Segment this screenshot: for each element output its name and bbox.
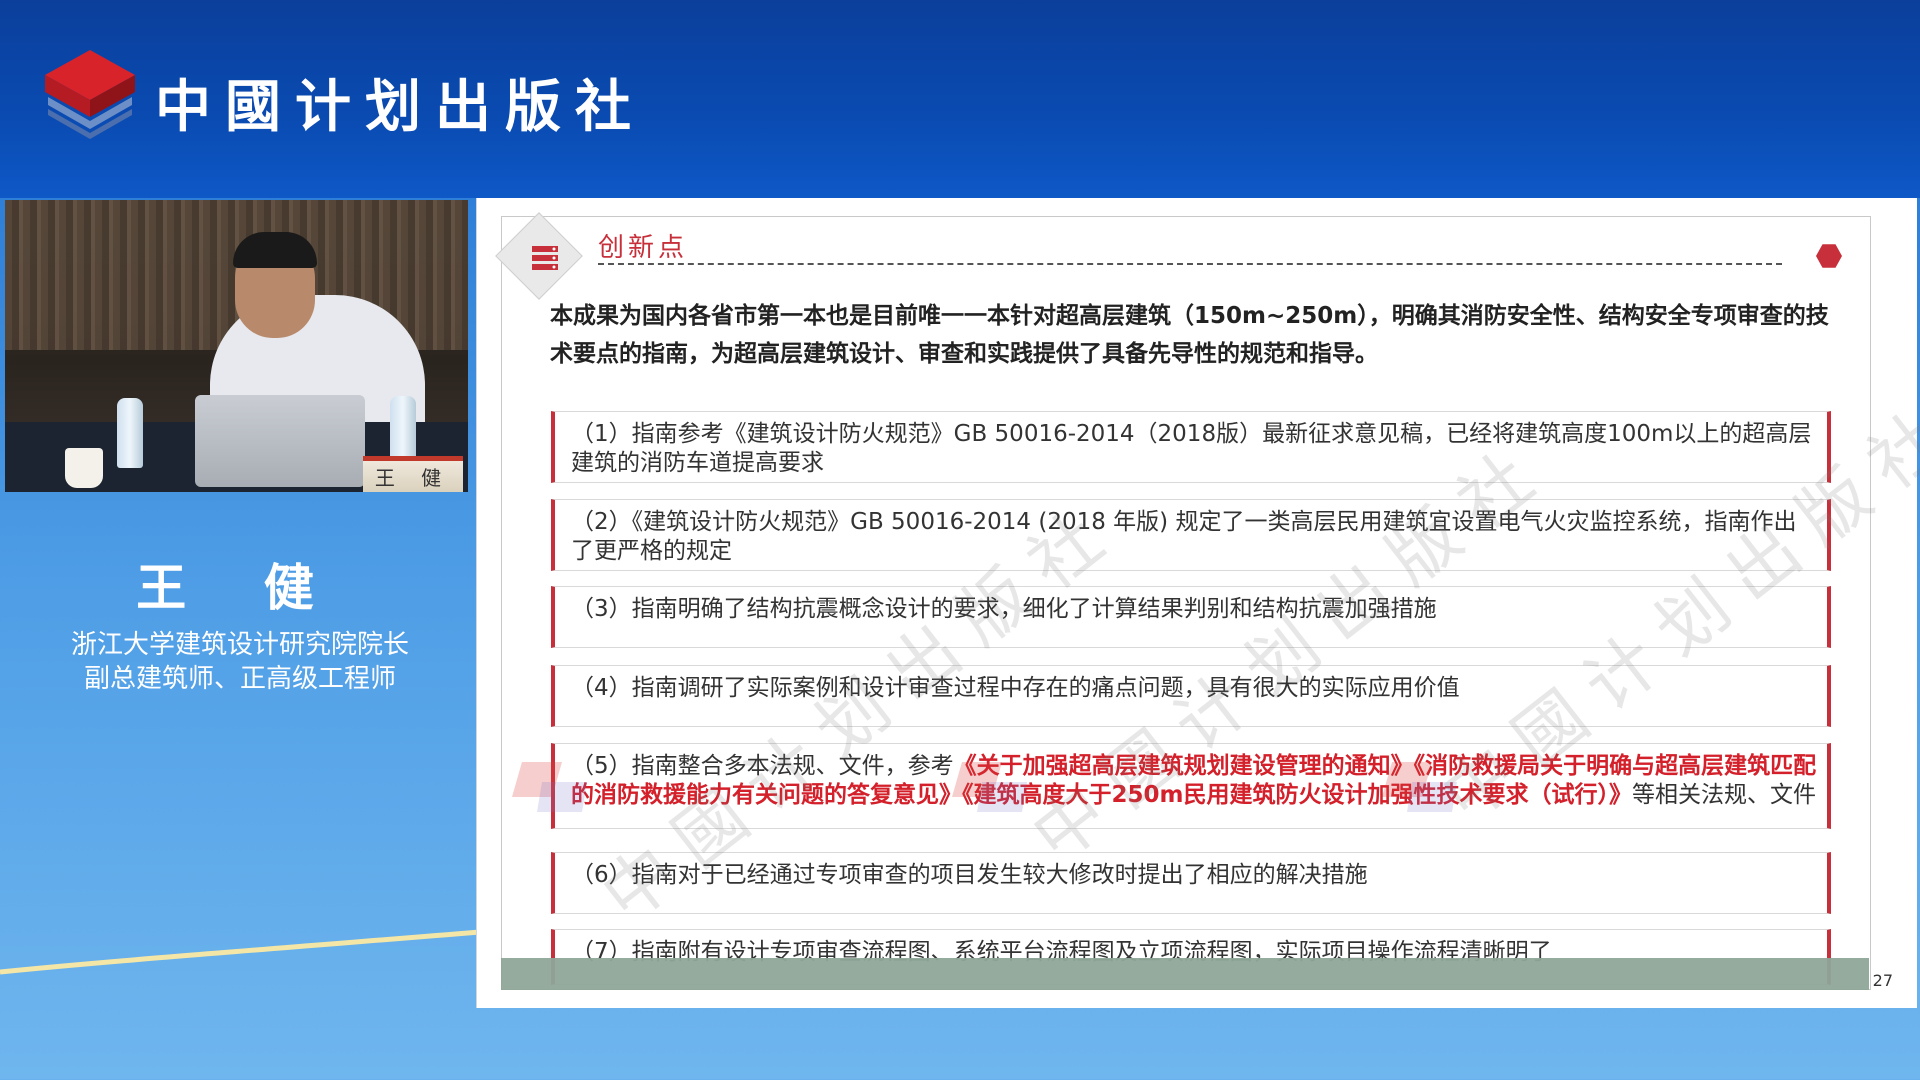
list-item: （1）指南参考《建筑设计防火规范》GB 50016-2014（2018版）最新征… (551, 411, 1831, 483)
section-title: 创新点 (598, 233, 689, 263)
water-bottle (117, 398, 143, 468)
laptop (195, 395, 365, 487)
list-item: （4）指南调研了实际案例和设计审查过程中存在的痛点问题，具有很大的实际应用价值 (551, 665, 1831, 727)
list-item: （3）指南明确了结构抗震概念设计的要求，细化了计算结果判别和结构抗震加强措施 (551, 586, 1831, 648)
hexagon-icon (1816, 244, 1842, 268)
publisher-brand-title: 中國计划出版社 (155, 74, 645, 140)
speaker-title-line: 浙江大学建筑设计研究院院长 (70, 630, 409, 660)
section-divider (598, 263, 1782, 265)
item5-suffix: 等相关法规、文件 (1631, 782, 1816, 808)
slide-footer-bar (501, 958, 1869, 990)
list-item: （6）指南对于已经通过专项审查的项目发生较大修改时提出了相应的解决措施 (551, 852, 1831, 914)
top-header-band: 中國计划出版社 (0, 0, 1920, 198)
page-number: 27 (1872, 971, 1893, 990)
speaker-video-feed: 王 健 (5, 200, 468, 492)
server-icon (532, 246, 558, 270)
list-item: （5）指南整合多本法规、文件，参考《关于加强超高层建筑规划建设管理的通知》《消防… (551, 743, 1831, 829)
publisher-logo-icon (45, 50, 135, 139)
speaker-hair (233, 232, 317, 268)
speaker-title: 浙江大学建筑设计研究院院长 副总建筑师、正高级工程师 (0, 628, 480, 696)
intro-paragraph: 本成果为国内各省市第一本也是目前唯一一本针对超高层建筑（150m~250m），明… (550, 303, 1829, 367)
list-item: （2）《建筑设计防火规范》GB 50016-2014 (2018 年版) 规定了… (551, 499, 1831, 571)
nameplate: 王 健 (363, 456, 463, 492)
slide-content-frame: 创新点 本成果为国内各省市第一本也是目前唯一一本针对超高层建筑（150m~250… (495, 212, 1920, 990)
item5-prefix: （5）指南整合多本法规、文件，参考 (571, 753, 954, 779)
presentation-slide: 创新点 本成果为国内各省市第一本也是目前唯一一本针对超高层建筑（150m~250… (476, 198, 1920, 1008)
tea-cup (65, 448, 103, 488)
speaker-name: 王 健 (136, 559, 344, 617)
speaker-title-line: 副总建筑师、正高级工程师 (83, 664, 396, 694)
decorative-wave (0, 929, 480, 975)
